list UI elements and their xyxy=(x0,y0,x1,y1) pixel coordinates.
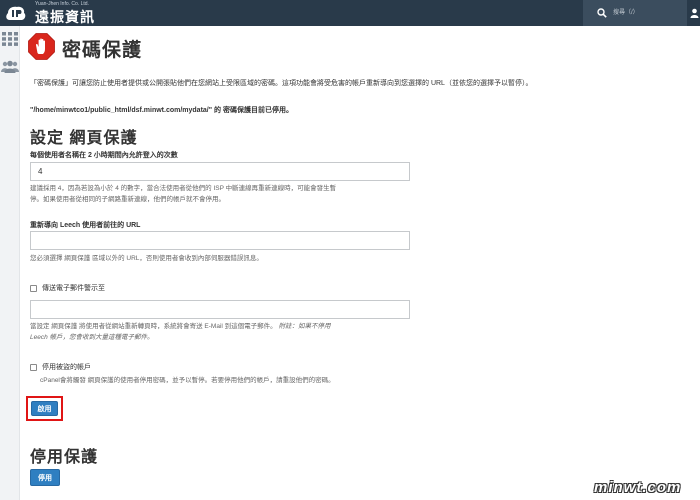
disable-account-hint: cPanel會將觸發 網頁保護的使用者停用密碼，並予以暫停。若要停用他們的帳戶，… xyxy=(40,377,335,384)
search-icon xyxy=(597,8,607,18)
disable-account-label: 停用被盜的帳戶 xyxy=(42,364,91,371)
logins-hint-line-1: 建議採用 4，因為若設為小於 4 的數字，當合法使用者從他們的 ISP 中斷連線… xyxy=(30,185,337,192)
disable-button[interactable]: 停用 xyxy=(30,469,60,486)
users-icon[interactable] xyxy=(1,60,19,73)
cpanel-logo-icon xyxy=(6,6,26,20)
email-alert-note-2: Leech 帳戶，您會收到大量這種電子郵件。 xyxy=(30,334,154,341)
search-input[interactable] xyxy=(613,7,683,19)
redirect-url-hint: 您必須選擇 網頁保護 區域以外的 URL，否則使用者會收到內部伺服器錯誤訊息。 xyxy=(30,255,263,262)
disable-account-checkbox[interactable] xyxy=(30,363,37,371)
email-alert-checkbox[interactable] xyxy=(30,284,37,292)
disable-section-title: 停用保護 xyxy=(30,449,99,466)
email-alert-input[interactable] xyxy=(30,300,410,319)
user-icon[interactable] xyxy=(690,8,699,18)
brand-name-zh: 遠振資訊 xyxy=(35,9,95,25)
email-alert-option[interactable]: 傳送電子郵件警示至 xyxy=(30,283,105,293)
sidebar xyxy=(0,26,20,500)
redirect-url-input[interactable] xyxy=(30,231,410,250)
logins-label: 每個使用者名稱在 2 小時期間內允許登入的次數 xyxy=(30,152,178,159)
email-alert-label: 傳送電子郵件警示至 xyxy=(42,285,105,292)
search-box[interactable] xyxy=(583,0,687,26)
settings-section-title: 設定 網頁保護 xyxy=(30,130,138,147)
stop-hand-icon xyxy=(28,33,55,60)
email-alert-note-1: 附註：如果不停用 xyxy=(278,323,331,330)
page-title: 密碼保護 xyxy=(62,40,143,61)
intro-text: 「密碼保護」可讓您防止使用者提供或公開張貼他們在您網站上受限區域的密碼。這項功能… xyxy=(30,80,533,87)
status-message: "/home/minwtco1/public_html/dsf.minwt.co… xyxy=(30,107,293,114)
disable-account-option[interactable]: 停用被盜的帳戶 xyxy=(30,362,91,372)
enable-button[interactable]: 啟用 xyxy=(31,401,58,416)
email-alert-hint: 當設定 網頁保護 將使用者從網站重新轉頁時，系統將會寄送 E-Mail 到這個電… xyxy=(30,321,330,332)
email-alert-hint-text: 當設定 網頁保護 將使用者從網站重新轉頁時，系統將會寄送 E-Mail 到這個電… xyxy=(30,323,277,330)
brand-logo[interactable]: Yuan-Jhen Info. Co. Ltd. 遠振資訊 xyxy=(5,0,135,26)
top-navbar: Yuan-Jhen Info. Co. Ltd. 遠振資訊 xyxy=(0,0,700,26)
watermark: minwt.com xyxy=(594,479,682,496)
apps-grid-icon[interactable] xyxy=(2,32,18,46)
logins-input[interactable] xyxy=(30,162,410,181)
logins-hint-line-2: 停。如果使用者從相同的子網路重新連線，他們的帳戶就不會停用。 xyxy=(30,196,225,203)
email-alert-note-line-2: Leech 帳戶，您會收到大量這種電子郵件。 xyxy=(30,332,154,343)
redirect-url-label: 重新導向 Leech 使用者前往的 URL xyxy=(30,222,141,229)
